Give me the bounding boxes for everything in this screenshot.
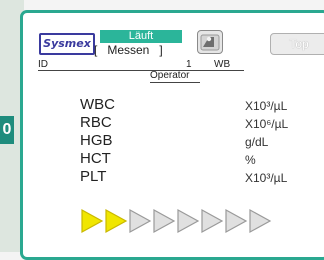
param-name-rbc: RBC <box>80 114 112 131</box>
progress-arrow-empty <box>153 208 176 234</box>
sampler-button[interactable] <box>197 30 223 54</box>
operator-label: Operator <box>150 70 190 81</box>
top-button[interactable]: Top <box>270 33 324 55</box>
left-side-tab-glyph: 0 <box>2 121 12 138</box>
measurement-mode: [ Messen ] <box>94 43 163 57</box>
progress-arrow-empty <box>249 208 272 234</box>
progress-arrow-empty <box>177 208 200 234</box>
progress-indicator <box>81 208 272 234</box>
param-unit-rbc: X10⁶/µL <box>245 117 289 131</box>
brand-logo-text: Sysmex <box>43 37 91 50</box>
param-unit-wbc: X10³/µL <box>245 99 288 113</box>
progress-arrow-empty <box>201 208 224 234</box>
param-name-wbc: WBC <box>80 96 115 113</box>
progress-arrow-empty <box>129 208 152 234</box>
progress-arrow-filled <box>105 208 128 234</box>
sample-tube-icon <box>200 34 220 51</box>
param-name-hct: HCT <box>80 150 111 167</box>
param-unit-hct: % <box>245 153 256 167</box>
operator-underline <box>150 82 200 83</box>
param-unit-plt: X10³/µL <box>245 171 288 185</box>
id-underline <box>38 70 244 71</box>
progress-arrow-filled <box>81 208 104 234</box>
progress-arrow-empty <box>225 208 248 234</box>
param-name-hgb: HGB <box>80 132 113 149</box>
brand-logo: Sysmex <box>39 33 95 55</box>
param-name-plt: PLT <box>80 168 107 185</box>
param-unit-hgb: g/dL <box>245 135 269 149</box>
